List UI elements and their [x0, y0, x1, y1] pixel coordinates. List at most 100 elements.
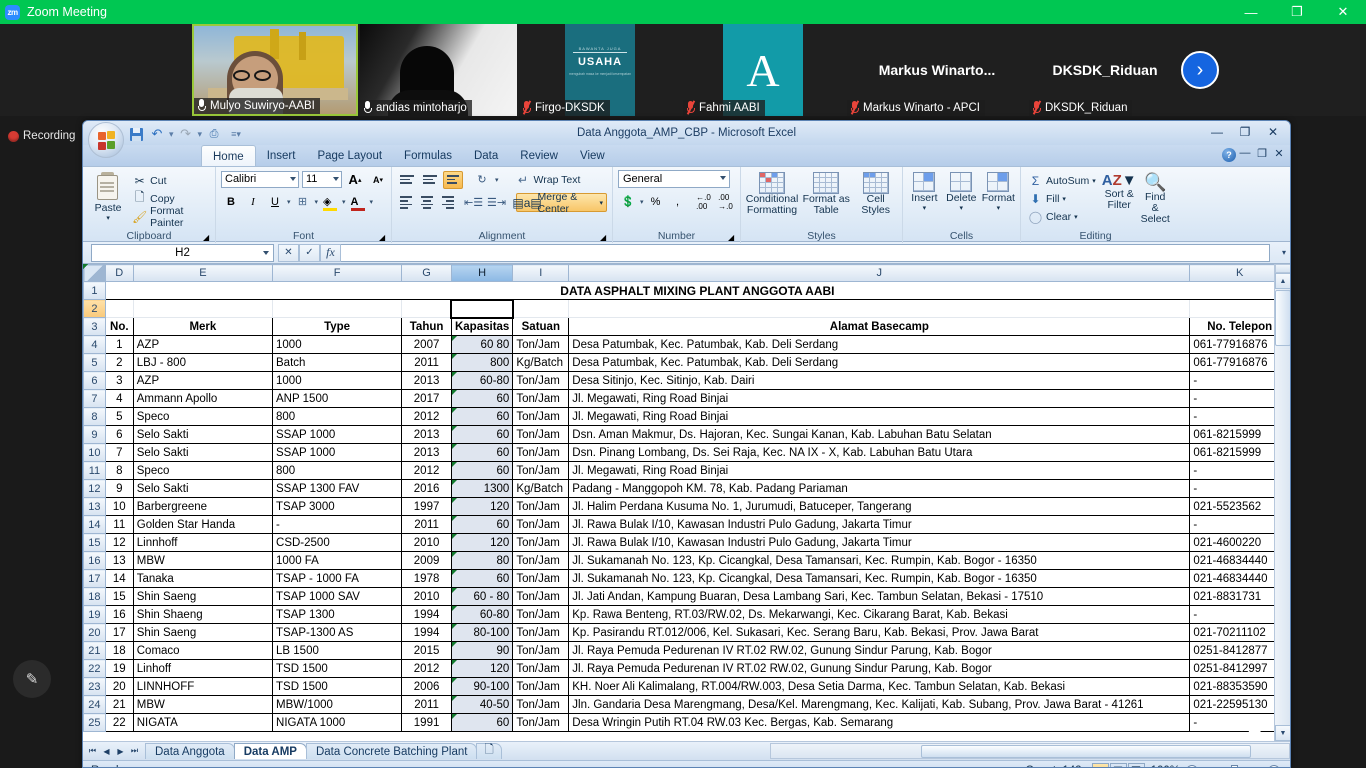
cell-merk[interactable]: LINNHOFF	[132, 677, 274, 696]
shrink-font-button[interactable]: A ▾	[368, 170, 388, 189]
cell-G2[interactable]	[401, 299, 452, 318]
borders-chevron-icon[interactable]: ▾	[315, 198, 319, 206]
cell-merk[interactable]: Selo Sakti	[132, 425, 274, 444]
cell-type[interactable]: 800	[272, 407, 403, 426]
zoom-in-icon[interactable]: +	[1268, 764, 1280, 767]
cell-merk[interactable]: Comaco	[132, 641, 274, 660]
cell-satuan[interactable]: Ton/Jam	[512, 659, 570, 678]
enter-formula-icon[interactable]: ✓	[299, 243, 320, 262]
cell-kapasitas[interactable]: 90-100	[450, 677, 514, 696]
cell-alamat[interactable]: KH. Noer Ali Kalimalang, RT.004/RW.003, …	[568, 677, 1191, 696]
row-header-3[interactable]: 3	[83, 317, 106, 336]
cell-alamat[interactable]: Desa Patumbak, Kec. Patumbak, Kab. Deli …	[568, 353, 1191, 372]
cell-tahun[interactable]: 2016	[401, 479, 452, 498]
cell-kapasitas[interactable]: 120	[450, 659, 514, 678]
cell-satuan[interactable]: Ton/Jam	[512, 605, 570, 624]
view-page-break-button[interactable]: ☰	[1127, 763, 1145, 767]
underline-button[interactable]: U	[265, 192, 285, 211]
save-icon[interactable]	[127, 126, 145, 143]
last-sheet-icon[interactable]: ⏭	[128, 744, 141, 759]
underline-chevron-icon[interactable]: ▾	[287, 198, 291, 206]
row-header-8[interactable]: 8	[83, 407, 106, 426]
excel-minimize-icon[interactable]: —	[1204, 123, 1230, 140]
row-header-10[interactable]: 10	[83, 443, 106, 462]
cell-tahun[interactable]: 2013	[401, 443, 452, 462]
view-normal-button[interactable]: ▦	[1091, 763, 1109, 767]
cell-kapasitas[interactable]: 80	[450, 551, 514, 570]
cell-merk[interactable]: Speco	[132, 407, 274, 426]
row-header-21[interactable]: 21	[83, 641, 106, 660]
cell-D2[interactable]	[104, 299, 134, 318]
cell-no[interactable]: 21	[104, 695, 134, 714]
cell-tahun[interactable]: 2012	[401, 461, 452, 480]
cell-kapasitas[interactable]: 60 80	[450, 335, 514, 354]
scroll-up-icon[interactable]: ▲	[1275, 273, 1290, 289]
cell-merk[interactable]: Tanaka	[132, 569, 274, 588]
cell-tahun[interactable]: 2012	[401, 407, 452, 426]
cell-tahun[interactable]: 1978	[401, 569, 452, 588]
cell-no[interactable]: 6	[104, 425, 134, 444]
cell-H2-selected[interactable]	[450, 299, 514, 318]
row-header-4[interactable]: 4	[83, 335, 106, 354]
cell-type[interactable]: 800	[272, 461, 403, 480]
cell-satuan[interactable]: Ton/Jam	[512, 461, 570, 480]
row-header-11[interactable]: 11	[83, 461, 106, 480]
annotate-pen-icon[interactable]: ✎	[13, 660, 51, 698]
orientation-chevron-icon[interactable]: ▾	[495, 176, 499, 184]
cell-no[interactable]: 5	[104, 407, 134, 426]
cell-type[interactable]: Batch	[272, 353, 403, 372]
comma-style-button[interactable]: ,	[668, 192, 688, 211]
cell-kapasitas[interactable]: 60	[450, 407, 514, 426]
alignment-dialog-launcher-icon[interactable]: ◢	[600, 233, 609, 242]
participant-tile-andias-mintoharjo[interactable]: andias mintoharjo	[360, 24, 517, 116]
cell-alamat[interactable]: Dsn. Aman Makmur, Ds. Hajoran, Kec. Sung…	[568, 425, 1191, 444]
cell-E2[interactable]	[132, 299, 274, 318]
format-cells-button[interactable]: Format ▾	[982, 170, 1015, 212]
column-header-E[interactable]: E	[132, 264, 274, 282]
cell-merk[interactable]: Golden Star Handa	[132, 515, 274, 534]
cell-tahun[interactable]: 1994	[401, 623, 452, 642]
cell-merk[interactable]: Shin Saeng	[132, 623, 274, 642]
sheet-tab-data-anggota[interactable]: Data Anggota	[145, 743, 235, 759]
cell-no[interactable]: 14	[104, 569, 134, 588]
column-header-H[interactable]: H	[450, 264, 514, 282]
cell-tahun[interactable]: 2011	[401, 695, 452, 714]
font-dialog-launcher-icon[interactable]: ◢	[379, 233, 388, 242]
scroll-down-icon[interactable]: ▼	[1275, 725, 1290, 741]
formula-input[interactable]	[341, 243, 1270, 262]
cell-tahun[interactable]: 2006	[401, 677, 452, 696]
first-sheet-icon[interactable]: ⏮	[86, 744, 99, 759]
align-left-button[interactable]	[397, 194, 415, 212]
tab-page-layout[interactable]: Page Layout	[306, 145, 393, 166]
cell-alamat[interactable]: Kp. Pasirandu RT.012/006, Kel. Sukasari,…	[568, 623, 1191, 642]
horizontal-scroll-thumb[interactable]	[921, 745, 1251, 758]
font-color-chevron-icon[interactable]: ▾	[370, 198, 374, 206]
header-no[interactable]: No.	[104, 317, 134, 336]
cell-styles-button[interactable]: Cell Styles	[854, 170, 897, 216]
cell-type[interactable]: 1000	[272, 371, 403, 390]
cell-no[interactable]: 19	[104, 659, 134, 678]
undo-icon[interactable]: ↶	[148, 126, 166, 143]
cell-kapasitas[interactable]: 90	[450, 641, 514, 660]
cell-type[interactable]: -	[272, 515, 403, 534]
participant-tile-dksdk-riduan[interactable]: DKSDK_Riduan DKSDK_Riduan	[1029, 24, 1181, 116]
cell-merk[interactable]: Shin Saeng	[132, 587, 274, 606]
row-header-15[interactable]: 15	[83, 533, 106, 552]
cell-tahun[interactable]: 2007	[401, 335, 452, 354]
delete-cells-button[interactable]: Delete ▾	[945, 170, 978, 212]
horizontal-scrollbar[interactable]	[770, 743, 1290, 759]
header-merk[interactable]: Merk	[132, 317, 274, 336]
cell-no[interactable]: 9	[104, 479, 134, 498]
expand-formula-bar-icon[interactable]: ▾	[1282, 248, 1286, 257]
cell-satuan[interactable]: Ton/Jam	[512, 371, 570, 390]
cell-tahun[interactable]: 2010	[401, 587, 452, 606]
cell-type[interactable]: TSD 1500	[272, 677, 403, 696]
cancel-formula-icon[interactable]: ✕	[278, 243, 299, 262]
row-header-25[interactable]: 25	[83, 713, 106, 732]
grow-font-button[interactable]: A ▴	[345, 170, 365, 189]
zoom-close-icon[interactable]: ✕	[1320, 0, 1366, 24]
italic-button[interactable]: I	[243, 192, 263, 211]
font-name-input[interactable]: Calibri	[221, 171, 299, 188]
tab-formulas[interactable]: Formulas	[393, 145, 463, 166]
cell-no[interactable]: 18	[104, 641, 134, 660]
